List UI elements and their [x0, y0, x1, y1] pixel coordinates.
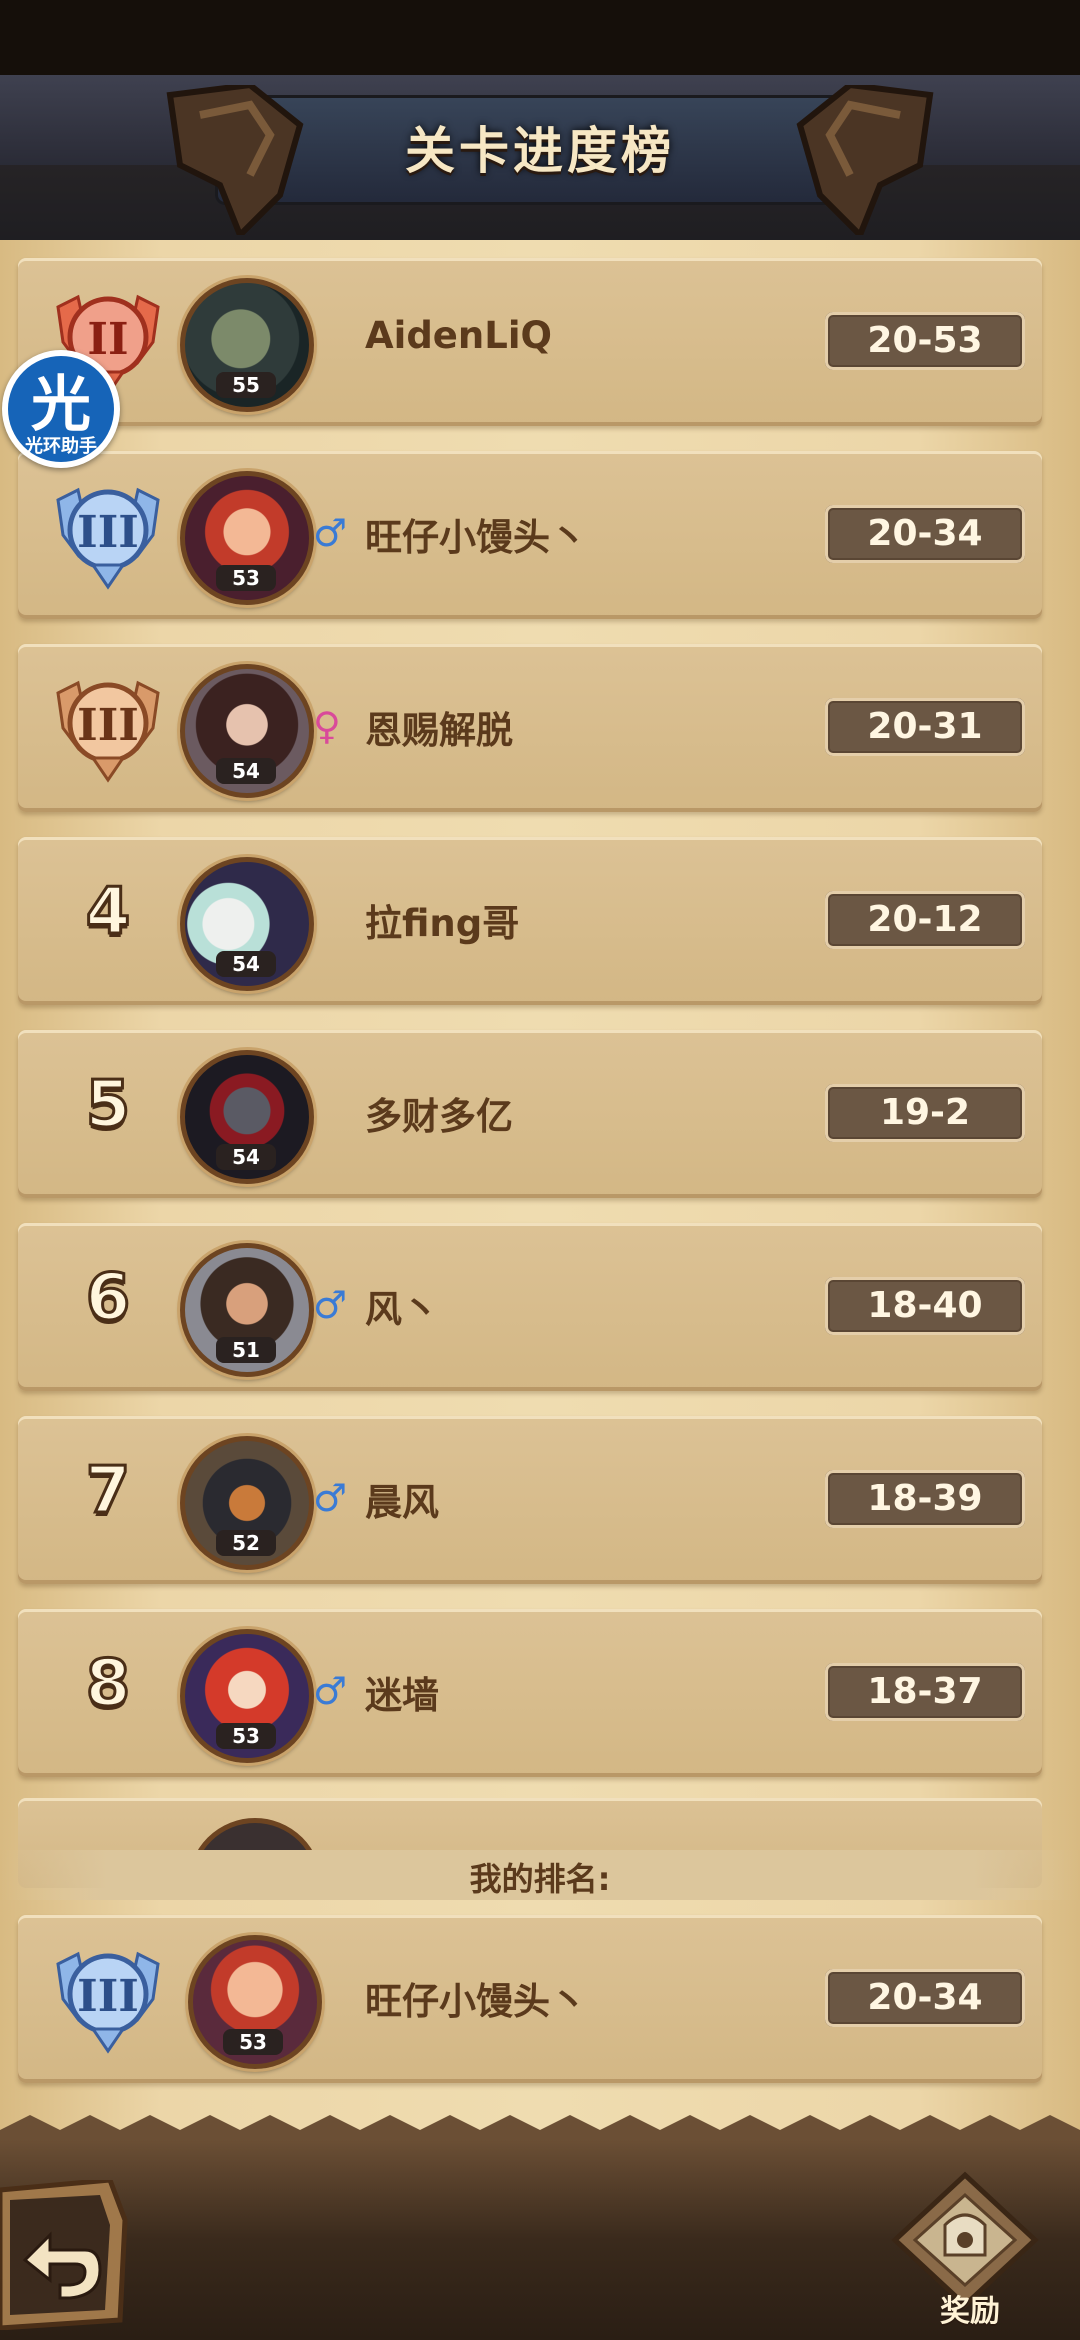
player-name: 晨风	[365, 1481, 439, 1524]
level-badge: 51	[216, 1337, 276, 1363]
svg-text:III: III	[77, 1971, 139, 2022]
player-name: 拉fing哥	[365, 902, 520, 945]
table-row[interactable]: 5 54 多财多亿 19-2	[18, 1030, 1042, 1198]
helper-label: 光环助手	[25, 436, 97, 457]
player-name: 旺仔小馒头丶	[365, 1980, 587, 2023]
table-row[interactable]: 4 54 拉fing哥 20-12	[18, 837, 1042, 1005]
my-rank-label: 我的排名:	[469, 1860, 611, 1898]
svg-text:III: III	[77, 507, 139, 558]
table-row[interactable]: 6 51 ♂ 风丶 18-40	[18, 1223, 1042, 1391]
player-name: AidenLiQ	[365, 314, 552, 357]
rank-number: 8	[84, 1646, 132, 1723]
table-row[interactable]: III 54 ♀ 恩赐解脱 20-31	[18, 644, 1042, 812]
my-rank-row[interactable]: III 53 旺仔小馒头丶 20-34	[18, 1915, 1042, 2083]
header: 关卡进度榜	[0, 75, 1080, 240]
male-icon: ♂	[313, 1669, 348, 1713]
stage-progress: 18-37	[825, 1663, 1025, 1721]
female-icon: ♀	[313, 704, 341, 748]
table-row[interactable]: 7 52 ♂ 晨风 18-39	[18, 1416, 1042, 1584]
rank-number: 5	[84, 1067, 132, 1144]
level-badge: 54	[216, 951, 276, 977]
level-badge: 53	[216, 565, 276, 591]
stage-progress: 20-34	[825, 505, 1025, 563]
stage-progress: 20-31	[825, 698, 1025, 756]
table-row[interactable]: 8 53 ♂ 迷墙 18-37	[18, 1609, 1042, 1777]
rank-number: 4	[84, 874, 132, 951]
reward-label: 奖励	[940, 2294, 1000, 2329]
stage-progress: 18-40	[825, 1277, 1025, 1335]
rank-medal-icon: III	[56, 487, 160, 590]
rank-medal-icon: III	[56, 680, 160, 783]
rank-number: 6	[84, 1260, 132, 1337]
level-badge: 53	[216, 1723, 276, 1749]
level-badge: 52	[216, 1530, 276, 1556]
player-name: 恩赐解脱	[365, 709, 513, 752]
male-icon: ♂	[313, 1476, 348, 1520]
male-icon: ♂	[313, 1283, 348, 1327]
level-badge: 54	[216, 758, 276, 784]
stage-progress: 19-2	[825, 1084, 1025, 1142]
stage-progress: 20-53	[825, 312, 1025, 370]
player-name: 旺仔小馒头丶	[365, 516, 587, 559]
page-title: 关卡进度榜	[405, 122, 675, 180]
rank-number: 7	[84, 1453, 132, 1530]
status-bar	[0, 0, 1080, 75]
stage-progress: 20-34	[825, 1969, 1025, 2027]
helper-app-floating-button[interactable]: 光 光环助手	[2, 350, 120, 468]
level-badge: 53	[223, 2029, 283, 2055]
back-arrow-icon[interactable]	[0, 2180, 130, 2330]
helper-glyph: 光	[31, 370, 91, 440]
table-row[interactable]: III 53 ♂ 旺仔小馒头丶 20-34	[18, 451, 1042, 619]
male-icon: ♂	[313, 511, 348, 555]
stage-progress: 18-39	[825, 1470, 1025, 1528]
rank-medal-icon: III	[56, 1951, 160, 2054]
stage-progress: 20-12	[825, 891, 1025, 949]
svg-text:III: III	[77, 700, 139, 751]
player-name: 风丶	[365, 1288, 439, 1331]
player-name: 多财多亿	[365, 1095, 513, 1138]
level-badge: 54	[216, 1144, 276, 1170]
player-name: 迷墙	[365, 1674, 439, 1717]
table-row[interactable]: II 55 AidenLiQ 20-53	[18, 258, 1042, 426]
level-badge: 55	[216, 372, 276, 398]
